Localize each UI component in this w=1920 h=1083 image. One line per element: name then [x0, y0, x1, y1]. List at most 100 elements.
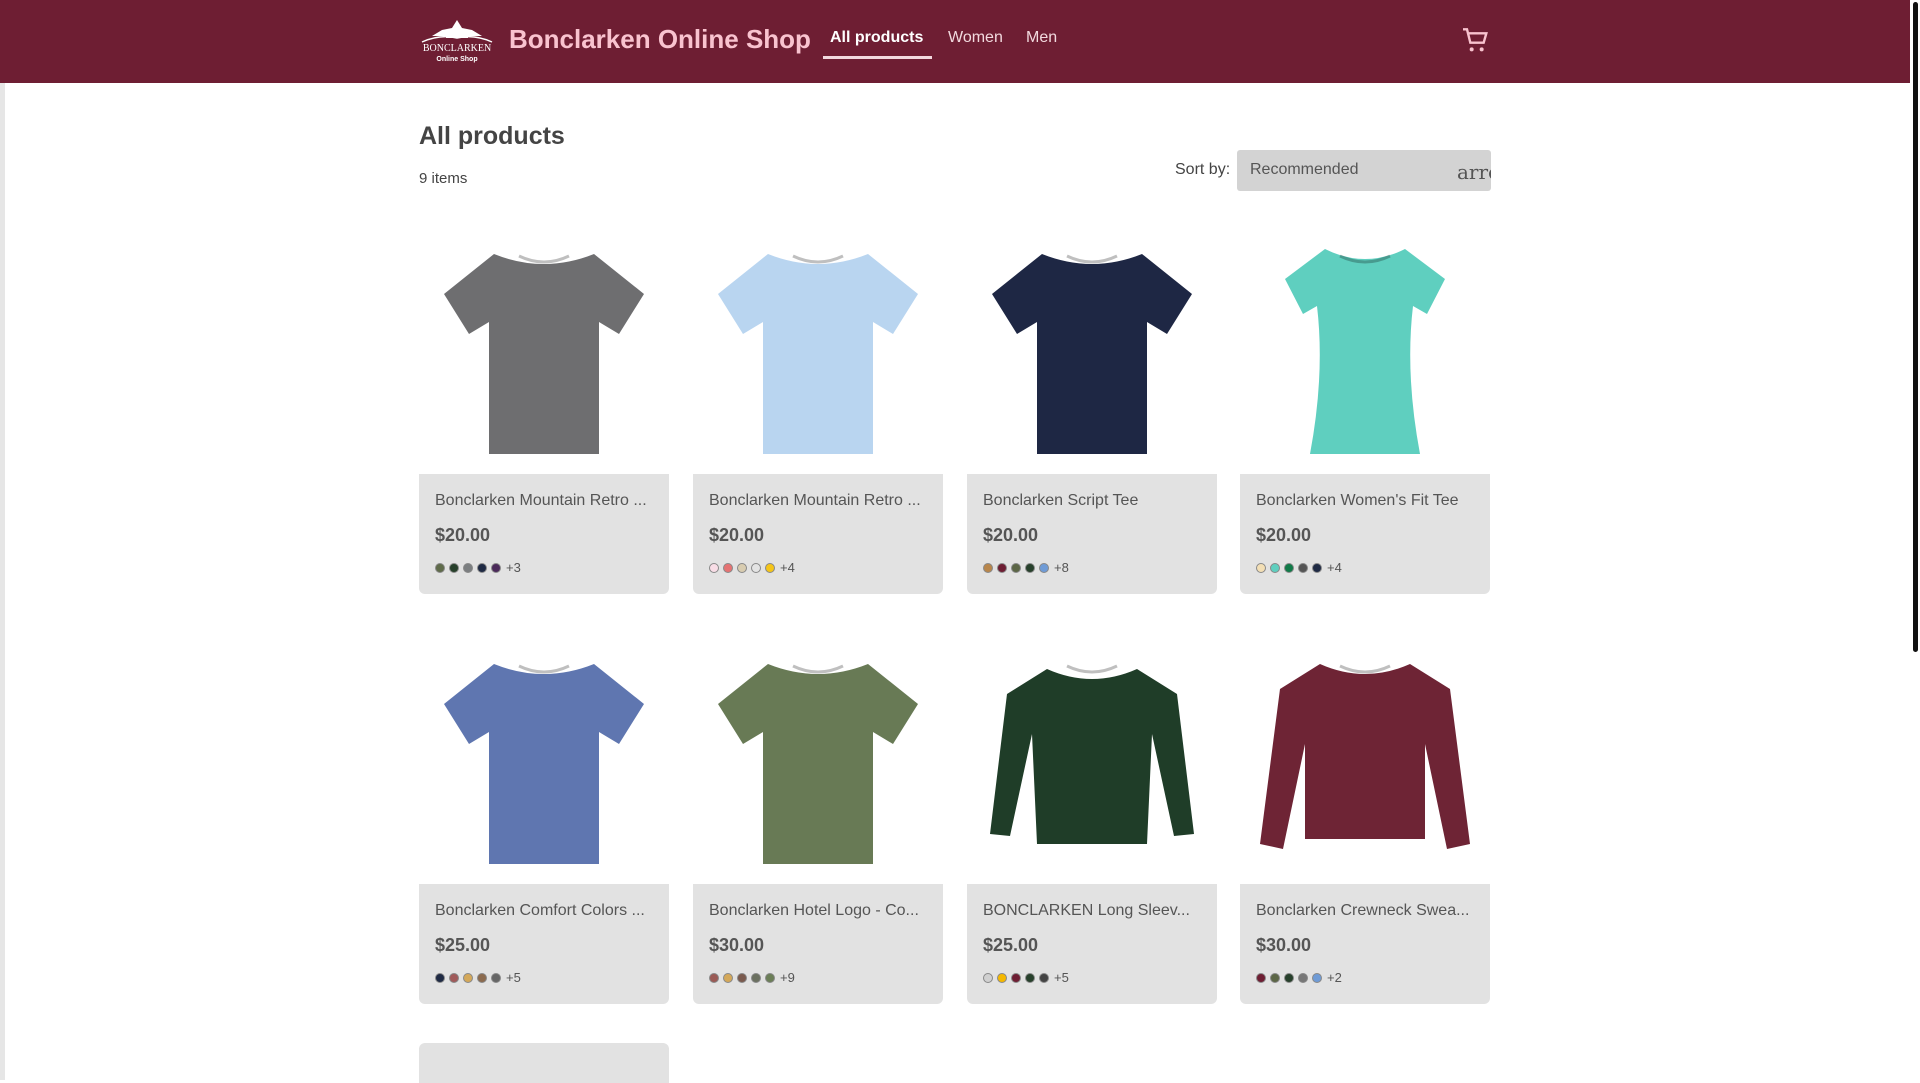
color-swatch	[997, 972, 1007, 983]
product-image[interactable]	[693, 224, 943, 474]
product-card[interactable]: Bonclarken Script Tee $20.00 +8	[967, 224, 1217, 594]
more-colors-count: +4	[780, 560, 795, 575]
product-card[interactable]: Bonclarken Crewneck Swea... $30.00 +2	[1240, 634, 1490, 1004]
color-swatch	[1312, 972, 1322, 983]
page-title: All products	[419, 122, 565, 150]
color-swatch	[723, 972, 733, 983]
product-name[interactable]: Bonclarken Hotel Logo - Co...	[709, 902, 931, 920]
product-card[interactable]: BONCLARKEN Long Sleev... $25.00 +5	[967, 634, 1217, 1004]
bonclarken-logo[interactable]: BONCLARKEN Online Shop	[420, 18, 494, 64]
sort-value: Recommended	[1250, 161, 1359, 178]
product-price: $30.00	[1256, 935, 1312, 955]
product-card[interactable]: Bonclarken Mountain Retro ... $20.00 +4	[693, 224, 943, 594]
product-image[interactable]	[1240, 634, 1490, 884]
product-name[interactable]: BONCLARKEN Long Sleev...	[983, 902, 1205, 920]
color-swatches: +8	[983, 560, 1069, 575]
more-colors-count: +9	[780, 970, 795, 985]
color-swatch	[477, 562, 487, 573]
product-info: Bonclarken Mountain Retro ... $20.00 +3	[419, 474, 669, 594]
sort-select[interactable]: Recommended arrow_drop_down	[1237, 150, 1491, 191]
color-swatch	[1270, 562, 1280, 573]
more-colors-count: +5	[1054, 970, 1069, 985]
product-info: BONCLARKEN Long Sleev... $25.00 +5	[967, 884, 1217, 1004]
color-swatches: +3	[435, 560, 521, 575]
svg-text:Online Shop: Online Shop	[436, 56, 477, 63]
color-swatch	[997, 562, 1007, 573]
color-swatch	[751, 972, 761, 983]
nav-men[interactable]: Men	[1026, 29, 1057, 47]
color-swatch	[1298, 562, 1308, 573]
garment-shape	[992, 254, 1192, 454]
svg-text:BONCLARKEN: BONCLARKEN	[423, 43, 491, 54]
product-card[interactable]: Bonclarken Mountain Retro ... $20.00 +3	[419, 224, 669, 594]
product-price: $20.00	[1256, 525, 1312, 545]
color-swatch	[491, 972, 501, 983]
product-name[interactable]: Bonclarken Crewneck Swea...	[1256, 902, 1478, 920]
color-swatch	[709, 972, 719, 983]
more-colors-count: +4	[1327, 560, 1342, 575]
color-swatch	[491, 562, 501, 573]
product-image[interactable]	[1240, 224, 1490, 474]
color-swatch	[737, 562, 747, 573]
more-colors-count: +3	[506, 560, 521, 575]
color-swatch	[983, 972, 993, 983]
garment-shape	[1285, 249, 1445, 454]
dropdown-arrow-icon: arrow_drop_down	[1457, 160, 1491, 184]
product-card[interactable]: Bonclarken Women's Fit Tee $20.00 +4	[1240, 224, 1490, 594]
product-price: $25.00	[983, 935, 1039, 955]
color-swatch	[737, 972, 747, 983]
cart-icon[interactable]	[1459, 24, 1491, 56]
nav-all-products[interactable]: All products	[830, 29, 923, 47]
product-name[interactable]: Bonclarken Script Tee	[983, 492, 1205, 510]
color-swatch	[1025, 562, 1035, 573]
product-price: $20.00	[709, 525, 765, 545]
color-swatch	[709, 562, 719, 573]
color-swatch	[463, 562, 473, 573]
shop-title[interactable]: Bonclarken Online Shop	[509, 24, 811, 55]
product-info: Bonclarken Hotel Logo - Co... $30.00 +9	[693, 884, 943, 1004]
sort-label: Sort by:	[1175, 161, 1231, 178]
product-image[interactable]	[693, 634, 943, 884]
color-swatch	[477, 972, 487, 983]
product-image[interactable]	[967, 224, 1217, 474]
color-swatches: +2	[1256, 970, 1342, 985]
garment-shape	[444, 664, 644, 864]
color-swatch	[1284, 562, 1294, 573]
more-colors-count: +5	[506, 970, 521, 985]
product-name[interactable]: Bonclarken Mountain Retro ...	[435, 492, 657, 510]
color-swatch	[1011, 972, 1021, 983]
garment-shape	[718, 254, 918, 454]
color-swatch	[1298, 972, 1308, 983]
color-swatch	[435, 972, 445, 983]
product-card[interactable]: Bonclarken Comfort Colors ... $25.00 +5	[419, 634, 669, 1004]
color-swatch	[1011, 562, 1021, 573]
scrollbar-thumb[interactable]	[1913, 2, 1918, 652]
garment-shape	[1260, 664, 1470, 849]
left-edge	[0, 0, 5, 1080]
color-swatches: +9	[709, 970, 795, 985]
product-card[interactable]: Bonclarken Hotel Logo - Co... $30.00 +9	[693, 634, 943, 1004]
product-info: Bonclarken Mountain Retro ... $20.00 +4	[693, 474, 943, 594]
color-swatches: +4	[709, 560, 795, 575]
product-name[interactable]: Bonclarken Comfort Colors ...	[435, 902, 657, 920]
product-info: Bonclarken Comfort Colors ... $25.00 +5	[419, 884, 669, 1004]
product-image[interactable]	[419, 634, 669, 884]
color-swatch	[751, 562, 761, 573]
product-image[interactable]	[967, 634, 1217, 884]
color-swatch	[449, 562, 459, 573]
product-image[interactable]	[419, 224, 669, 474]
active-nav-indicator	[823, 56, 932, 59]
nav-women[interactable]: Women	[948, 29, 1003, 47]
product-price: $20.00	[435, 525, 491, 545]
color-swatch	[723, 562, 733, 573]
color-swatch	[1284, 972, 1294, 983]
product-card-loading[interactable]	[419, 1043, 669, 1083]
color-swatch	[1039, 562, 1049, 573]
garment-shape	[718, 664, 918, 864]
product-name[interactable]: Bonclarken Women's Fit Tee	[1256, 492, 1478, 510]
product-price: $30.00	[709, 935, 765, 955]
color-swatch	[983, 562, 993, 573]
product-name[interactable]: Bonclarken Mountain Retro ...	[709, 492, 931, 510]
top-nav-bar: BONCLARKEN Online Shop Bonclarken Online…	[0, 0, 1910, 83]
color-swatch	[1270, 972, 1280, 983]
